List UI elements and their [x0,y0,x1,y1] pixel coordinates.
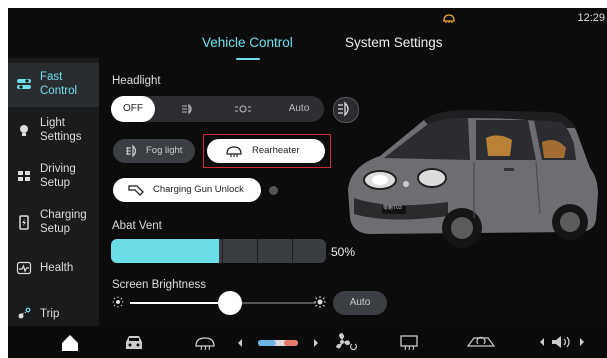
bulb-icon [20,125,28,136]
volume-icon[interactable] [538,330,588,354]
headlight-title: Headlight [112,75,161,87]
abat-vent-fill [111,239,219,263]
status-bar: 12:29 [8,8,607,28]
sidebar-item-health[interactable]: Health [8,247,99,291]
bottom-bar [8,326,607,358]
sidebar: Fast Control Light Settings Driving Setu… [8,58,99,326]
charging-gun-icon [128,185,144,196]
brightness-knob[interactable] [218,291,243,315]
brightness-auto-button[interactable]: Auto [333,291,387,315]
sidebar-item-label: Trip [40,308,60,320]
sidebar-item-label: Setup [40,177,71,189]
health-icon [16,261,32,275]
toggle-icon [17,79,31,89]
temperature-slider[interactable] [236,336,320,348]
sidebar-item-label: Control [40,85,78,97]
clock: 12:29 [577,12,605,24]
headlight-mode-selector: OFF Auto [111,96,324,122]
headlight-low-beam-option[interactable] [175,96,201,122]
headlight-auto-option[interactable]: Auto [281,96,317,122]
sidebar-item-label: Setup [40,223,71,235]
info-dot-icon[interactable] [269,186,278,195]
fog-light-icon [126,144,137,158]
battery-icon [19,215,29,230]
tab-system-settings[interactable]: System Settings [345,35,443,50]
headlight-off-option[interactable]: OFF [111,96,155,122]
segment-divider [222,239,223,263]
segment-divider [257,239,258,263]
abat-vent-title: Abat Vent [112,220,162,232]
sidebar-item-fast-control[interactable]: Fast Control [8,63,99,107]
low-beam-icon [182,103,192,115]
recirculation-icon[interactable] [466,330,496,354]
charging-gun-unlock-button[interactable]: Charging Gun Unlock [113,178,261,202]
temperature-slider-graphic [238,339,318,347]
front-defrost-icon[interactable] [194,330,216,354]
sidebar-item-label: Light [40,117,65,129]
position-light-icon [235,105,251,113]
brightness-low-icon [112,296,124,308]
screen-brightness-title: Screen Brightness [112,279,206,291]
car-illustration [348,110,598,248]
rear-heater-icon [443,14,455,23]
license-plate: 零跑T03 [383,205,402,211]
home-icon[interactable] [60,330,80,354]
sidebar-item-label: Driving [40,163,76,175]
sidebar-item-light-settings[interactable]: Light Settings [8,109,99,153]
fog-light-label: Fog light [146,145,183,156]
sidebar-item-label: Settings [40,131,82,143]
sidebar-item-label: Fast [40,71,63,83]
sidebar-item-label: Charging [40,209,87,221]
trip-icon [18,307,31,319]
fan-icon[interactable] [332,330,358,354]
headlight-position-option[interactable] [229,96,257,122]
fog-light-button[interactable]: Fog light [113,139,195,163]
brightness-high-icon [314,296,326,308]
car-icon[interactable] [123,330,145,354]
brightness-slider[interactable] [130,291,316,315]
sidebar-item-driving-setup[interactable]: Driving Setup [8,155,99,199]
vehicle-control-screen: 12:29 Vehicle Control System Settings Fa… [8,8,607,358]
abat-vent-slider[interactable] [111,239,326,263]
grid-icon [18,171,30,181]
brightness-fill [130,302,231,304]
charging-gun-unlock-label: Charging Gun Unlock [153,184,244,195]
sidebar-item-label: Health [40,262,74,274]
highlight-box [203,134,331,168]
tab-vehicle-control[interactable]: Vehicle Control [202,35,293,50]
rear-defrost-icon[interactable] [398,330,420,354]
active-tab-indicator [236,58,260,60]
segment-divider [292,239,293,263]
sidebar-item-charging-setup[interactable]: Charging Setup [8,201,99,245]
